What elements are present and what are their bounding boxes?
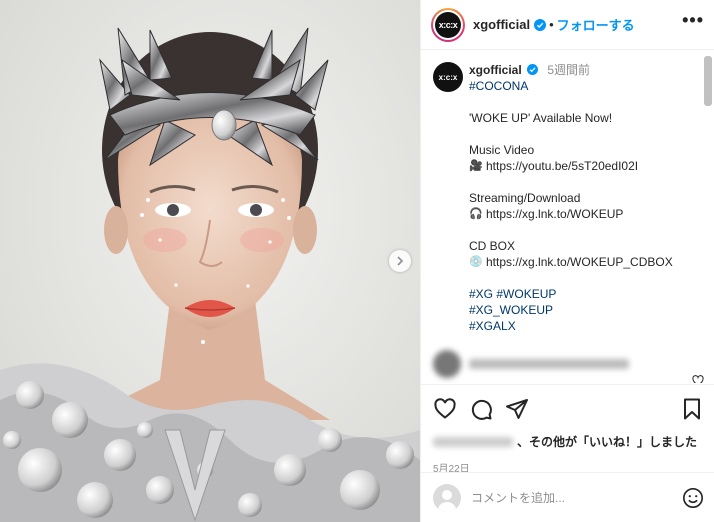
save-bookmark-icon[interactable]	[680, 397, 704, 421]
post-time[interactable]: 5週間前	[547, 63, 590, 77]
post-header: x:c:x xgofficial • フォローする •••	[421, 0, 714, 50]
post-actions: 、その他が「いいね！」しました 5月22日	[421, 384, 714, 475]
share-paper-plane-icon[interactable]	[505, 397, 529, 421]
more-options-icon[interactable]: •••	[682, 10, 704, 39]
caption: x:c:x xgofficial 5週間前 #COCONA 'WOKE UP' …	[433, 62, 698, 334]
add-comment-bar	[421, 472, 714, 522]
cd-icon: 💿	[469, 256, 483, 268]
streaming-title: Streaming/Download	[469, 191, 581, 205]
caption-scrollbar[interactable]	[704, 56, 712, 106]
caption-scroll-area[interactable]: x:c:x xgofficial 5週間前 #COCONA 'WOKE UP' …	[421, 50, 714, 383]
blurred-avatar	[433, 350, 461, 378]
chevron-right-icon	[397, 256, 404, 266]
cd-title: CD BOX	[469, 239, 516, 253]
hashtag-link[interactable]: #XG_WOKEUP	[469, 302, 673, 318]
like-heart-icon[interactable]	[433, 397, 457, 421]
blurred-comment	[433, 347, 663, 381]
verified-badge-icon	[527, 64, 539, 75]
comment-bubble-icon[interactable]	[469, 397, 493, 421]
avatar-logo-text: x:c:x	[435, 11, 461, 38]
portrait-illustration	[0, 0, 420, 522]
post-side-panel: x:c:x xgofficial • フォローする ••• x:c:x xgof…	[420, 0, 714, 522]
follow-button[interactable]: フォローする	[557, 15, 635, 34]
caption-body: xgofficial 5週間前 #COCONA 'WOKE UP' Availa…	[469, 62, 673, 334]
header-username[interactable]: xgofficial	[473, 17, 530, 32]
hashtag-link[interactable]: #XGALX	[469, 318, 673, 334]
blurred-comment-text	[469, 359, 629, 369]
separator-dot: •	[549, 17, 554, 32]
verified-badge-icon	[534, 18, 547, 31]
blurred-liker-name	[433, 436, 513, 447]
caption-headline: 'WOKE UP' Available Now!	[469, 111, 613, 125]
caption-username[interactable]: xgofficial	[469, 63, 522, 77]
streaming-link[interactable]: https://xg.lnk.to/WOKEUP	[486, 206, 623, 222]
hashtag-link[interactable]: #WOKEUP	[496, 287, 556, 301]
movie-camera-icon: 🎥	[469, 160, 483, 172]
comment-input[interactable]	[471, 490, 671, 505]
post-image[interactable]	[0, 0, 420, 522]
profile-avatar[interactable]: x:c:x	[431, 7, 465, 42]
emoji-smiley-icon[interactable]	[682, 487, 704, 509]
hashtag-link[interactable]: #XG	[469, 287, 493, 301]
hashtag-link[interactable]: #COCONA	[469, 78, 673, 94]
next-image-button[interactable]	[389, 250, 411, 272]
mv-link[interactable]: https://youtu.be/5sT20edI02I	[486, 158, 638, 174]
comment-like-heart-icon[interactable]	[692, 375, 704, 383]
cd-link[interactable]: https://xg.lnk.to/WOKEUP_CDBOX	[486, 254, 673, 270]
headphones-icon: 🎧	[469, 208, 483, 220]
mv-title: Music Video	[469, 143, 535, 157]
caption-avatar[interactable]: x:c:x	[433, 62, 463, 92]
likes-text[interactable]: 、その他が「いいね！」しました	[517, 433, 697, 450]
likes-summary: 、その他が「いいね！」しました	[433, 433, 704, 450]
current-user-avatar	[433, 483, 461, 512]
